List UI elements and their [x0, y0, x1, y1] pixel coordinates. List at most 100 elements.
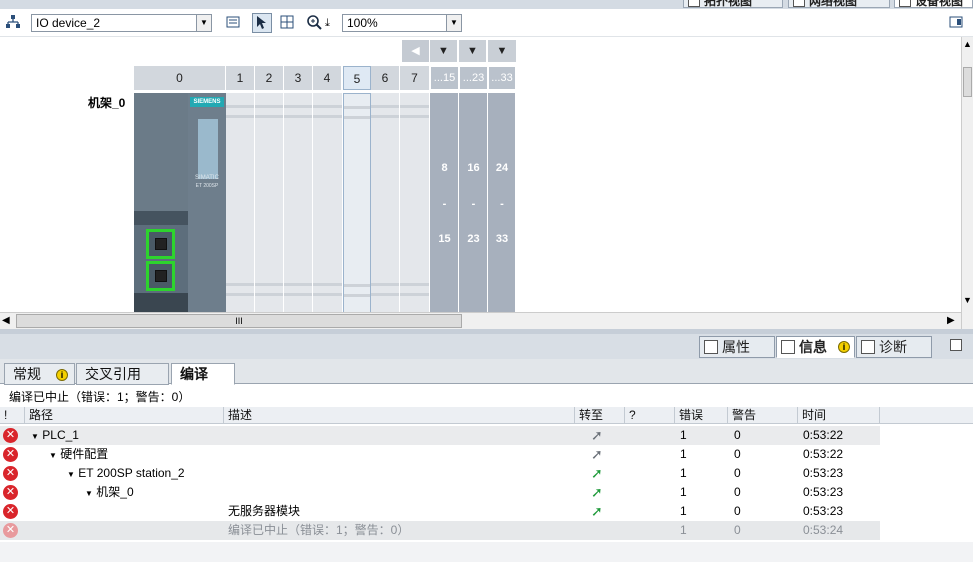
module-front-panel[interactable]: SIEMENS SIMATIC ET 200SP	[188, 93, 226, 312]
table-row[interactable]: ✕ ▼ 机架_0 ➚ 1 0 0:53:23	[0, 483, 880, 502]
expand-group-icon[interactable]: ▼	[459, 40, 486, 62]
row-time: 0:53:23	[803, 466, 844, 480]
zoom-icon[interactable]	[304, 13, 324, 33]
slot-3[interactable]	[284, 93, 313, 312]
error-icon: ✕	[3, 523, 18, 538]
slot-number: 2	[265, 71, 273, 85]
tab-diagnostics[interactable]: 诊断	[856, 336, 932, 358]
table-row[interactable]: ✕ 无服务器模块 ➚ 1 0 0:53:23	[0, 502, 880, 521]
column-header-goto[interactable]: 转至	[575, 407, 625, 424]
goto-arrow-icon[interactable]: ➚	[591, 504, 605, 518]
slot-group-header[interactable]: ...33	[488, 66, 516, 90]
tab-device-view[interactable]: 设备视图	[894, 0, 973, 8]
slot-1[interactable]	[226, 93, 255, 312]
slot-header-7[interactable]: 7	[400, 66, 430, 90]
scroll-left-slots-icon[interactable]: ◀	[402, 40, 429, 62]
slot-number: 0	[176, 71, 183, 85]
goto-arrow-icon[interactable]: ➚	[591, 428, 605, 442]
horizontal-scroll-thumb[interactable]: III	[16, 314, 462, 328]
table-row[interactable]: ✕ 编译已中止（错误：1；警告：0） 1 0 0:53:24	[0, 521, 880, 540]
slot-4[interactable]	[313, 93, 343, 312]
slot-7[interactable]	[400, 93, 430, 312]
column-header-path[interactable]: 路径	[25, 407, 224, 424]
slot-group-header[interactable]: ...23	[459, 66, 488, 90]
column-header-flag[interactable]: !	[0, 407, 25, 424]
row-description: 编译已中止（错误：1；警告：0）	[228, 523, 410, 537]
slot-header-0[interactable]: 0	[134, 66, 226, 90]
vertical-scrollbar[interactable]: ▲ ▼	[961, 37, 973, 329]
slot-group-header[interactable]: ...15	[430, 66, 459, 90]
expand-triangle-icon[interactable]: ▼	[31, 432, 39, 441]
row-warnings: 0	[734, 504, 741, 518]
path-text: 机架_0	[96, 485, 134, 499]
tab-topology-view[interactable]: 拓扑视图	[683, 0, 783, 8]
tab-info[interactable]: 信息 i	[776, 336, 855, 358]
column-header-description[interactable]: 描述	[224, 407, 575, 424]
device-select[interactable]: IO device_2 ▼	[31, 14, 212, 32]
show-module-labels-icon[interactable]	[223, 13, 243, 33]
zoom-down-arrow-icon[interactable]: ⤓	[325, 17, 330, 30]
slot-group-16-23[interactable]: 16 - 23	[459, 93, 488, 312]
group-end: 15	[438, 233, 451, 245]
slot-header-4[interactable]: 4	[313, 66, 342, 90]
horizontal-scrollbar[interactable]: ◀ III ▶	[0, 312, 961, 329]
row-warnings: 0	[734, 428, 741, 442]
expand-triangle-icon[interactable]: ▼	[85, 489, 93, 498]
expand-triangle-icon[interactable]: ▼	[67, 470, 75, 479]
tab-cross-references[interactable]: 交叉引用	[76, 363, 169, 385]
grid-toggle-icon[interactable]	[277, 13, 297, 33]
column-header-help[interactable]: ?	[625, 407, 675, 424]
row-errors: 1	[680, 447, 687, 461]
pointer-tool-icon[interactable]	[252, 13, 272, 33]
slot-group-8-15[interactable]: 8 - 15	[430, 93, 459, 312]
table-row[interactable]: ✕ ▼ ET 200SP station_2 ➚ 1 0 0:53:23	[0, 464, 880, 483]
column-header-warnings[interactable]: 警告	[728, 407, 798, 424]
slot-header-1[interactable]: 1	[226, 66, 255, 90]
row-path: ▼ 硬件配置	[49, 445, 108, 464]
collapse-panel-icon[interactable]	[946, 13, 966, 33]
column-header-filler	[880, 407, 973, 424]
slot-header-3[interactable]: 3	[284, 66, 313, 90]
device-tree-icon[interactable]	[3, 13, 23, 33]
goto-arrow-icon[interactable]: ➚	[591, 485, 605, 499]
row-path: ▼ PLC_1	[31, 426, 79, 445]
restore-panel-icon[interactable]	[950, 339, 962, 351]
slot-2[interactable]	[255, 93, 284, 312]
expand-group-icon[interactable]: ▼	[430, 40, 457, 62]
info-icon	[781, 340, 795, 354]
table-row[interactable]: ✕ ▼ 硬件配置 ➚ 1 0 0:53:22	[0, 445, 880, 464]
table-row[interactable]: ✕ ▼ PLC_1 ➚ 1 0 0:53:22	[0, 426, 880, 445]
expand-group-icon[interactable]: ▼	[488, 40, 516, 62]
slot-group-24-33[interactable]: 24 - 33	[488, 93, 516, 312]
slot-5[interactable]	[343, 93, 371, 312]
slot-header-2[interactable]: 2	[255, 66, 284, 90]
tab-network-view[interactable]: 网络视图	[788, 0, 890, 8]
ethernet-port-icon[interactable]	[146, 261, 175, 291]
diagnostics-icon	[861, 340, 875, 354]
zoom-select[interactable]: 100% ▼	[342, 14, 462, 32]
scroll-left-icon[interactable]: ◀	[2, 315, 10, 326]
error-icon: ✕	[3, 504, 18, 519]
expand-triangle-icon[interactable]: ▼	[49, 451, 57, 460]
device-canvas[interactable]: ◀ ▼ ▼ ▼ 0 1 2 3 4 5 6 7 ...15 ...23 ...3…	[0, 37, 961, 312]
goto-arrow-icon[interactable]: ➚	[591, 447, 605, 461]
properties-icon	[704, 340, 718, 354]
column-header-time[interactable]: 时间	[798, 407, 880, 424]
path-text: PLC_1	[42, 428, 79, 442]
scroll-down-icon[interactable]: ▼	[963, 295, 972, 305]
slot-header-6[interactable]: 6	[371, 66, 400, 90]
tab-general[interactable]: 常规 i	[4, 363, 75, 385]
interface-module[interactable]	[134, 93, 188, 312]
row-errors: 1	[680, 428, 687, 442]
slot-header-5[interactable]: 5	[343, 66, 371, 90]
goto-arrow-icon[interactable]: ➚	[591, 466, 605, 480]
vertical-scroll-thumb[interactable]	[963, 67, 972, 97]
tab-compile[interactable]: 编译	[171, 363, 235, 385]
ethernet-port-icon[interactable]	[146, 229, 175, 259]
slot-6[interactable]	[371, 93, 400, 312]
chevron-down-icon: ▼	[196, 15, 211, 31]
scroll-up-icon[interactable]: ▲	[963, 39, 972, 49]
scroll-right-icon[interactable]: ▶	[947, 315, 955, 326]
column-header-errors[interactable]: 错误	[675, 407, 728, 424]
tab-properties[interactable]: 属性	[699, 336, 775, 358]
